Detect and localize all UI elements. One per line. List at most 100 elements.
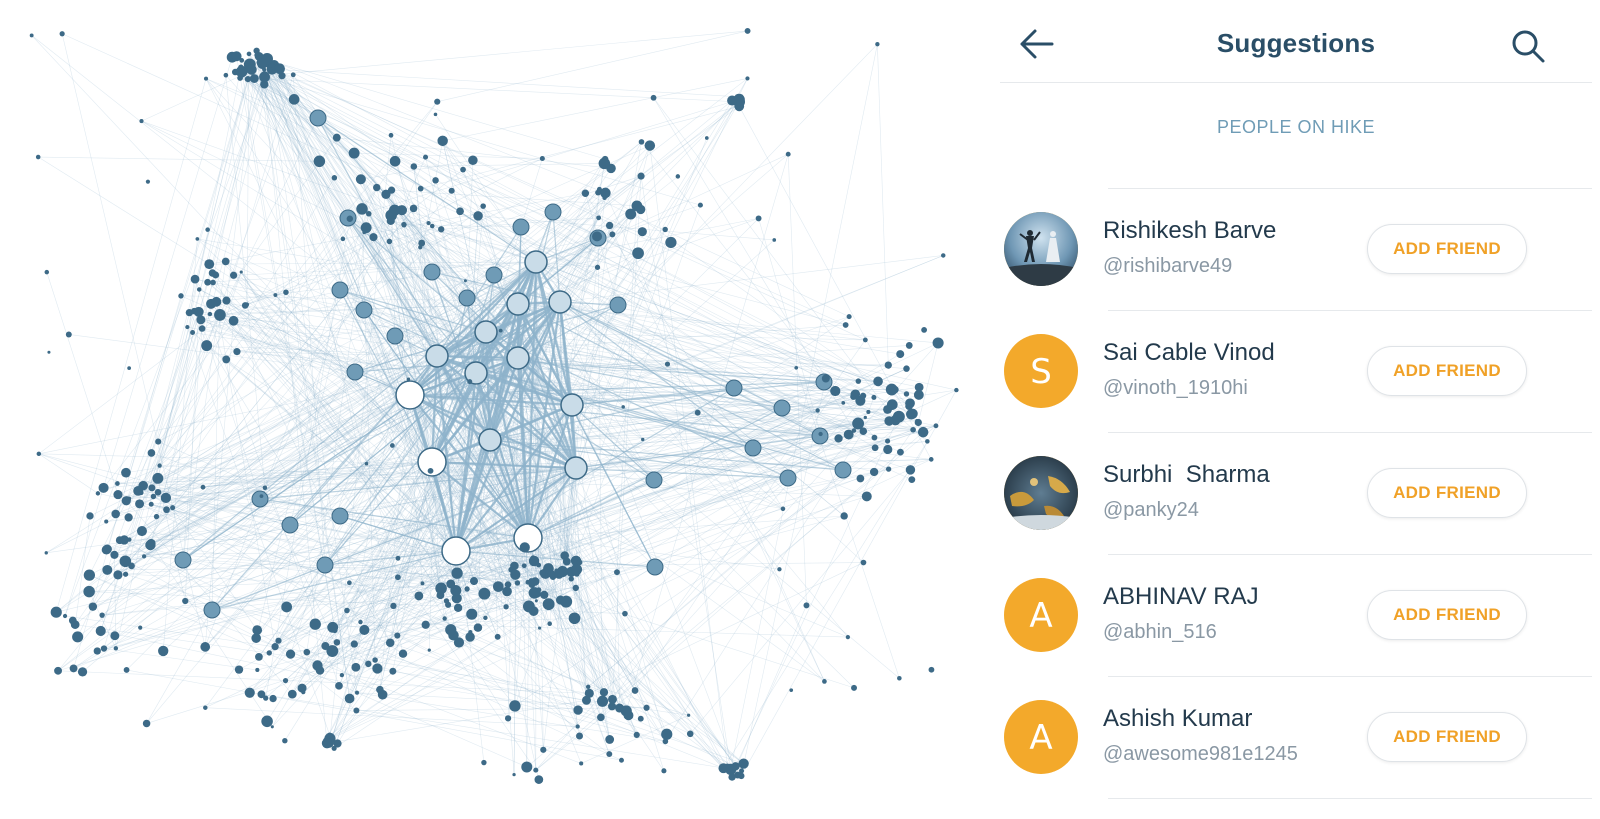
graph-node	[110, 631, 120, 641]
graph-node	[883, 444, 893, 455]
graph-node	[547, 621, 552, 626]
graph-node	[622, 610, 628, 617]
graph-node	[196, 287, 202, 292]
graph-node	[123, 667, 130, 673]
graph-node	[239, 58, 245, 63]
graph-node	[138, 490, 144, 496]
graph-edge	[240, 30, 748, 79]
graph-edge	[738, 106, 932, 460]
contact-handle: @vinoth_1910hi	[1103, 377, 1248, 399]
graph-node	[285, 649, 296, 659]
graph-node	[228, 315, 239, 326]
graph-node	[414, 591, 424, 601]
graph-node	[458, 289, 476, 307]
graph-node	[313, 155, 326, 168]
avatar[interactable]: A	[1004, 700, 1078, 774]
add-friend-button[interactable]: ADD FRIEND	[1367, 712, 1527, 762]
graph-node	[223, 72, 229, 78]
avatar[interactable]	[1004, 212, 1078, 286]
graph-edges	[31, 30, 957, 780]
graph-node	[619, 757, 624, 763]
graph-node	[269, 694, 277, 703]
graph-node	[270, 725, 274, 729]
graph-node	[540, 746, 547, 753]
list-item[interactable]: Surbhi Sharma @panky24 ADD FRIEND	[1000, 433, 1592, 555]
graph-node	[621, 405, 625, 409]
graph-edge	[665, 431, 864, 742]
graph-node	[921, 326, 928, 333]
graph-node	[779, 469, 797, 487]
graph-node	[346, 363, 364, 381]
graph-node	[152, 472, 164, 484]
list-item[interactable]: A ABHINAV RAJ @abhin_516 ADD FRIEND	[1000, 555, 1592, 677]
graph-node	[480, 203, 486, 209]
graph-node	[525, 579, 531, 585]
graph-edge	[731, 605, 807, 778]
graph-node	[773, 399, 791, 417]
graph-node	[365, 660, 372, 668]
graph-node	[643, 704, 650, 711]
graph-node	[822, 679, 827, 684]
graph-edge	[211, 316, 220, 611]
graph-node	[347, 580, 352, 586]
graph-node	[104, 519, 109, 524]
graph-node	[234, 665, 244, 674]
graph-node	[842, 322, 849, 328]
search-button[interactable]	[1508, 26, 1548, 66]
graph-node	[548, 290, 572, 314]
graph-node	[198, 325, 206, 332]
graph-node	[288, 93, 300, 105]
graph-node	[871, 444, 879, 452]
graph-node	[855, 378, 862, 384]
graph-node	[512, 772, 516, 777]
graph-node	[369, 233, 378, 242]
graph-node	[255, 667, 260, 673]
graph-node	[282, 737, 288, 744]
avatar-initial: A	[1029, 596, 1053, 636]
graph-node	[244, 687, 255, 698]
graph-node	[110, 550, 119, 559]
graph-node	[434, 98, 441, 105]
list-item[interactable]: A Ashish Kumar @awesome981e1245 ADD FRIE…	[1000, 677, 1592, 799]
add-friend-button[interactable]: ADD FRIEND	[1367, 346, 1527, 396]
avatar[interactable]	[1004, 456, 1078, 530]
list-item[interactable]: S Sai Cable Vinod @vinoth_1910hi ADD FRI…	[1000, 311, 1592, 433]
graph-node	[316, 556, 334, 574]
graph-node	[906, 409, 917, 420]
graph-node	[519, 542, 530, 553]
graph-node	[614, 569, 620, 576]
graph-node	[427, 648, 431, 652]
graph-node	[358, 619, 363, 625]
graph-node	[145, 179, 151, 184]
graph-node	[544, 203, 562, 221]
graph-node	[485, 266, 503, 284]
section-heading: PEOPLE ON HIKE	[1216, 117, 1376, 137]
graph-node	[866, 409, 871, 415]
graph-node	[252, 625, 263, 635]
graph-node	[290, 72, 296, 78]
graph-node	[542, 598, 555, 611]
graph-node	[205, 227, 210, 232]
graph-node	[609, 703, 614, 709]
graph-node	[473, 211, 483, 221]
graph-node	[373, 183, 381, 192]
add-friend-button[interactable]: ADD FRIEND	[1367, 224, 1527, 274]
graph-node	[274, 63, 285, 75]
graph-node	[203, 76, 209, 81]
graph-node	[350, 640, 358, 648]
avatar[interactable]: S	[1004, 334, 1078, 408]
graph-node	[584, 688, 594, 698]
graph-node	[178, 293, 184, 299]
graph-node	[739, 768, 745, 774]
add-friend-button[interactable]: ADD FRIEND	[1367, 468, 1527, 518]
graph-node	[86, 512, 94, 520]
graph-node	[190, 307, 198, 315]
graph-node	[631, 200, 643, 212]
list-item[interactable]: Rishikesh Barve @rishibarve49 ADD FRIEND	[1000, 189, 1592, 311]
add-friend-button[interactable]: ADD FRIEND	[1367, 590, 1527, 640]
graph-node	[928, 666, 935, 673]
graph-node	[933, 423, 939, 429]
avatar[interactable]: A	[1004, 578, 1078, 652]
suggestion-list: Rishikesh Barve @rishibarve49 ADD FRIEND…	[1000, 189, 1592, 799]
graph-node	[221, 257, 230, 266]
